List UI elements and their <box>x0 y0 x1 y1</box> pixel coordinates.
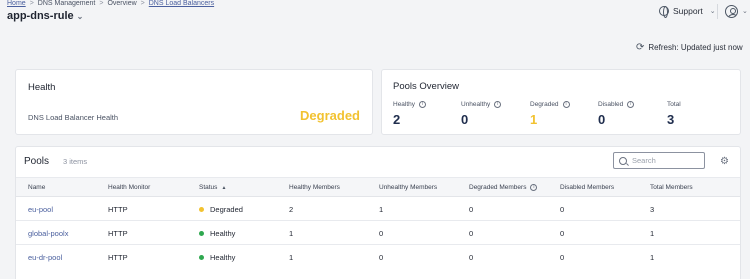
support-menu[interactable]: Support ⌄ <box>659 6 716 18</box>
status-dot-icon <box>199 207 204 212</box>
support-label: Support <box>673 6 703 16</box>
breadcrumb: Home > DNS Management > Overview > DNS L… <box>7 0 214 7</box>
breadcrumb-separator: > <box>99 0 104 7</box>
stat-value: 0 <box>598 112 606 127</box>
stat-healthy: Healthy i 2 <box>393 101 427 127</box>
info-icon[interactable]: i <box>494 101 502 108</box>
page-title: app-dns-rule <box>7 10 74 22</box>
chevron-down-icon: ⌄ <box>76 11 84 21</box>
healthy-members-cell: 1 <box>289 253 294 262</box>
unhealthy-members-cell: 0 <box>379 229 384 238</box>
chevron-down-icon[interactable]: ⌄ <box>742 7 748 15</box>
table-row: global-poolx HTTP Healthy 1 0 0 0 1 <box>16 221 740 245</box>
status-cell: Degraded <box>199 205 243 214</box>
unhealthy-members-cell: 1 <box>379 205 384 214</box>
sort-ascending-icon: ▲ <box>221 184 227 191</box>
globe-icon <box>659 6 669 18</box>
column-header-name[interactable]: Name <box>28 184 45 191</box>
health-title: Health <box>28 82 56 93</box>
table-header: Name Health Monitor Status ▲ Healthy Memb… <box>16 177 740 197</box>
health-status-value: Degraded <box>300 108 360 123</box>
total-members-cell: 1 <box>650 229 655 238</box>
pool-name-link[interactable]: eu-dr-pool <box>28 253 62 262</box>
total-members-cell: 3 <box>650 205 655 214</box>
health-label: DNS Load Balancer Health <box>28 113 119 122</box>
column-header-health-monitor[interactable]: Health Monitor <box>108 184 150 191</box>
refresh-button[interactable]: ⟳ Refresh: Updated just now <box>636 42 743 53</box>
breadcrumb-separator: > <box>140 0 145 7</box>
header-divider <box>717 4 718 19</box>
stat-label: Total <box>667 101 681 108</box>
breadcrumb-home[interactable]: Home <box>7 0 26 7</box>
stat-total: Total 3 <box>667 101 681 127</box>
pools-title: Pools <box>24 156 50 167</box>
column-header-disabled-members[interactable]: Disabled Members <box>560 184 614 191</box>
info-icon[interactable]: i <box>419 101 427 108</box>
stat-label: Disabled <box>598 101 624 108</box>
search-box[interactable] <box>613 152 705 169</box>
pools-overview-title: Pools Overview <box>393 81 459 92</box>
refresh-icon: ⟳ <box>636 42 645 53</box>
stat-label: Healthy <box>393 101 416 108</box>
stat-disabled: Disabled i 0 <box>598 101 635 127</box>
stat-degraded: Degraded i 1 <box>530 101 570 127</box>
pools-count: 3 items <box>63 157 88 166</box>
stat-value: 2 <box>393 112 401 127</box>
column-header-status[interactable]: Status ▲ <box>199 184 226 191</box>
healthy-members-cell: 1 <box>289 229 294 238</box>
column-header-total-members[interactable]: Total Members <box>650 184 693 191</box>
refresh-label: Refresh: Updated just now <box>648 43 743 52</box>
disabled-members-cell: 0 <box>560 205 565 214</box>
chevron-down-icon: ⌄ <box>709 8 716 15</box>
breadcrumb-dns-management[interactable]: DNS Management <box>38 0 96 7</box>
unhealthy-members-cell: 0 <box>379 253 384 262</box>
total-members-cell: 1 <box>650 253 655 262</box>
table-row: eu-pool HTTP Degraded 2 1 0 0 3 <box>16 197 740 221</box>
pool-name-link[interactable]: eu-pool <box>28 205 53 214</box>
degraded-members-cell: 0 <box>469 229 474 238</box>
status-cell: Healthy <box>199 253 235 262</box>
info-icon[interactable]: i <box>530 184 538 191</box>
stat-value: 1 <box>530 112 538 127</box>
column-header-unhealthy-members[interactable]: Unhealthy Members <box>379 184 437 191</box>
pools-table-card: Pools 3 items ⚙ Name Health Monitor Stat… <box>15 146 741 279</box>
breadcrumb-overview[interactable]: Overview <box>107 0 136 7</box>
search-input[interactable] <box>632 156 692 165</box>
stat-unhealthy: Unhealthy i 0 <box>461 101 502 127</box>
info-icon[interactable]: i <box>627 101 635 108</box>
status-dot-icon <box>199 255 204 260</box>
column-header-degraded-members[interactable]: Degraded Members i <box>469 184 538 191</box>
breadcrumb-dns-load-balancers[interactable]: DNS Load Balancers <box>149 0 214 7</box>
app-selector[interactable]: app-dns-rule ⌄ <box>7 10 83 22</box>
column-header-healthy-members[interactable]: Healthy Members <box>289 184 340 191</box>
disabled-members-cell: 0 <box>560 253 565 262</box>
disabled-members-cell: 0 <box>560 229 565 238</box>
pool-name-link[interactable]: global-poolx <box>28 229 68 238</box>
pools-overview-card: Pools Overview Healthy i 2 Unhealthy i 0 D… <box>381 69 741 135</box>
healthy-members-cell: 2 <box>289 205 294 214</box>
health-monitor-cell: HTTP <box>108 253 128 262</box>
health-monitor-cell: HTTP <box>108 229 128 238</box>
table-row: eu-dr-pool HTTP Healthy 1 0 0 0 1 <box>16 245 740 269</box>
stat-value: 0 <box>461 112 469 127</box>
status-cell: Healthy <box>199 229 235 238</box>
status-dot-icon <box>199 231 204 236</box>
search-icon <box>619 156 627 165</box>
info-icon[interactable]: i <box>562 101 570 108</box>
stat-label: Unhealthy <box>461 101 491 108</box>
health-monitor-cell: HTTP <box>108 205 128 214</box>
stat-value: 3 <box>667 112 675 127</box>
user-avatar-icon[interactable] <box>725 5 738 18</box>
degraded-members-cell: 0 <box>469 205 474 214</box>
breadcrumb-separator: > <box>29 0 34 7</box>
health-card: Health DNS Load Balancer Health Degraded <box>15 69 373 135</box>
gear-icon[interactable]: ⚙ <box>720 156 729 167</box>
degraded-members-cell: 0 <box>469 253 474 262</box>
stat-label: Degraded <box>530 101 559 108</box>
